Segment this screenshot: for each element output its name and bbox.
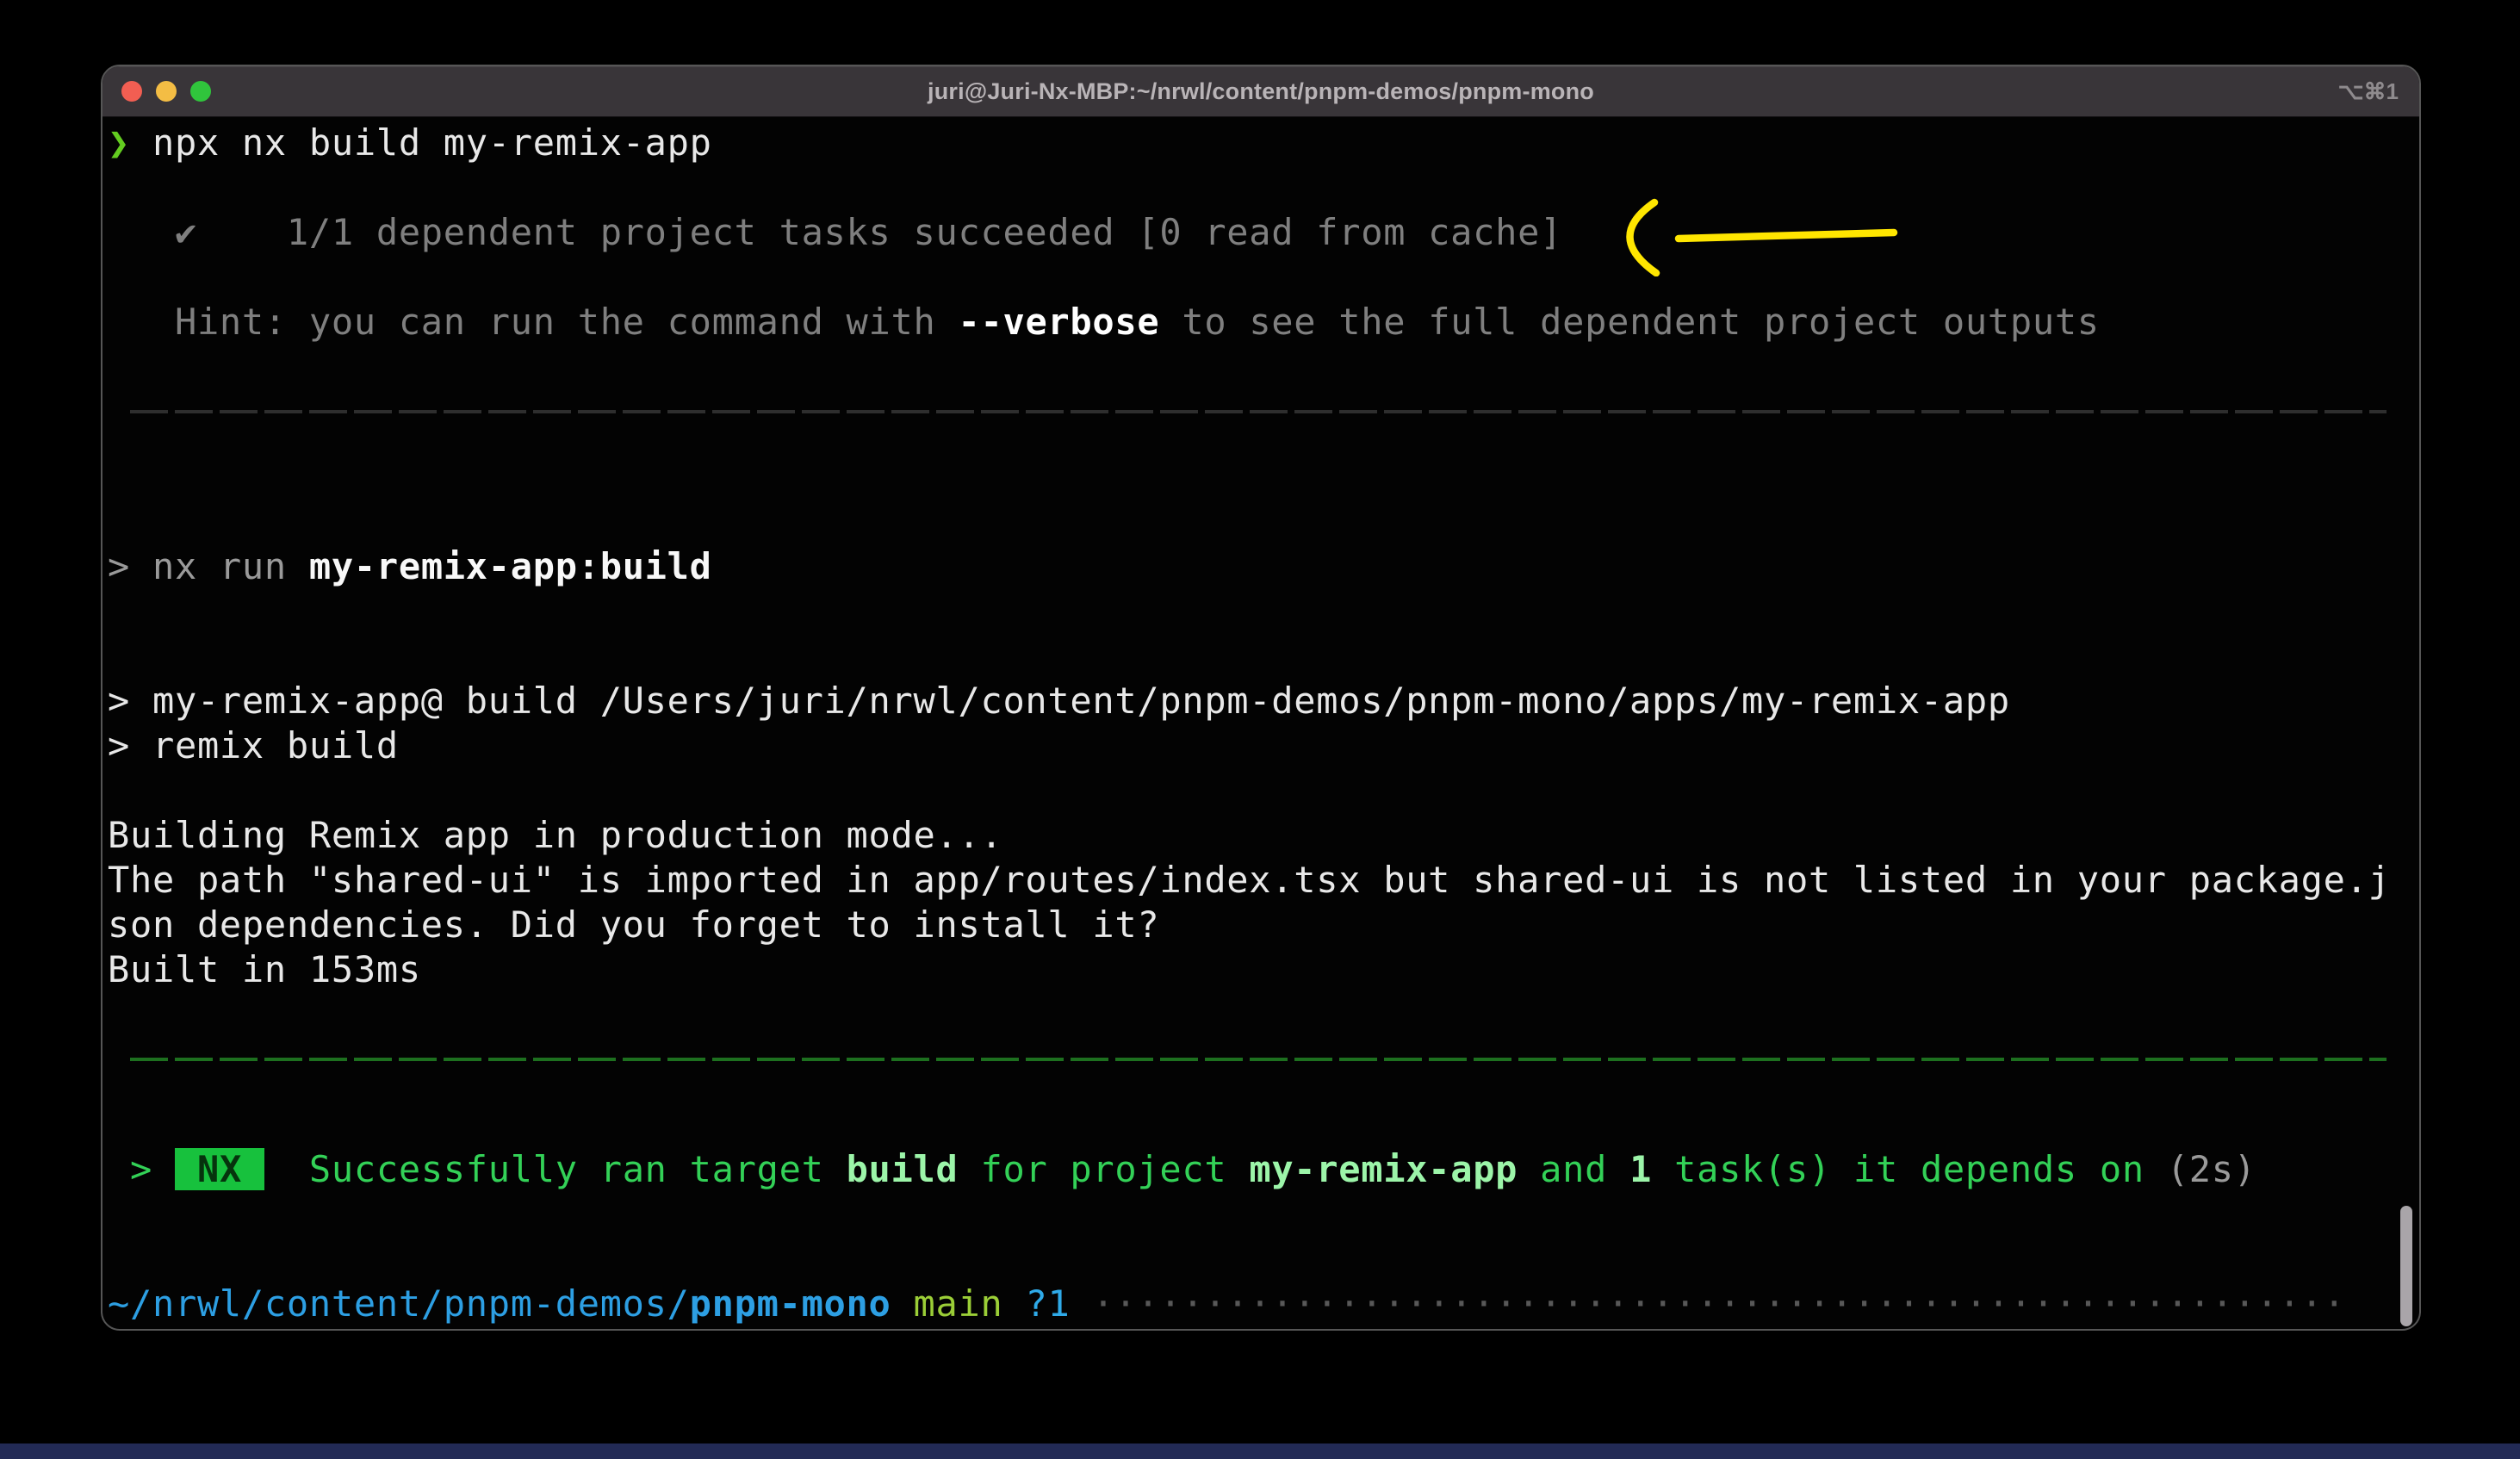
terminal-line [108,634,2412,679]
terminal-text-segment: ❯ [108,1327,152,1331]
window-shortcut-label: ⌥⌘1 [2338,66,2399,116]
terminal-line [108,992,2412,1037]
terminal-line: ~/nrwl/content/pnpm-demos/pnpm-mono main… [108,1282,2412,1326]
terminal-line: > remix build [108,723,2412,768]
terminal-text-segment: main [891,1282,1026,1325]
terminal-line [108,165,2412,210]
terminal-text-segment: ❯ [108,121,130,164]
terminal-line: Hint: you can run the command with --ver… [108,300,2412,345]
terminal-text-segment: pnpm-mono [690,1282,891,1325]
terminal-text-segment: and [1518,1148,1629,1190]
terminal-text-segment: > [108,1148,175,1190]
terminal-line [108,500,2412,544]
terminal-divider-line [108,410,2412,455]
terminal-line: > my-remix-app@ build /Users/juri/nrwl/c… [108,679,2412,723]
terminal-divider-line [108,1058,2412,1102]
terminal-text-segment: > nx run [108,545,309,587]
scrollbar-thumb[interactable] [2400,1206,2412,1326]
terminal-text-segment: Hint: you can run the command with [108,301,958,343]
terminal-line: ❯ [108,1326,2412,1331]
divider-dashes [130,1058,2387,1061]
terminal-text-segment: npx nx build my-remix-app [130,121,712,164]
terminal-line: ✔ 1/1 dependent project tasks succeeded … [108,210,2412,255]
terminal-line: Building Remix app in production mode... [108,813,2412,858]
terminal-line [108,455,2412,500]
terminal-text-segment: Successfully ran target [264,1148,847,1190]
terminal-line [108,589,2412,634]
terminal-text-segment: build [847,1148,959,1190]
terminal-line [108,345,2412,389]
terminal-text-segment: ✔ 1/1 dependent project tasks succeeded … [108,211,1562,253]
terminal-text-segment: Built in 153ms [108,948,421,990]
terminal-text-segment: Building Remix app in production mode... [108,814,1002,856]
traffic-lights [121,66,211,116]
terminal-text-segment: --verbose [958,301,1159,343]
terminal-text-segment: NX [175,1148,264,1190]
terminal-line [108,1102,2412,1147]
terminal-text-segment: 1 [1629,1148,1652,1190]
window-title: juri@Juri-Nx-MBP:~/nrwl/content/pnpm-dem… [928,78,1594,105]
terminal-line [108,255,2412,300]
close-button[interactable] [121,81,142,102]
titlebar[interactable]: juri@Juri-Nx-MBP:~/nrwl/content/pnpm-dem… [102,66,2419,117]
terminal-line: Built in 153ms [108,947,2412,992]
terminal-text-segment: for project [959,1148,1250,1190]
terminal-text-segment: task(s) it depends on [1652,1148,2167,1190]
terminal-text-segment: to see the full dependent project output… [1159,301,2099,343]
zoom-button[interactable] [190,81,211,102]
terminal-text-segment: ~/nrwl/content/pnpm-demos/ [108,1282,690,1325]
terminal-text-segment: ········································… [1070,1282,2345,1325]
terminal-line [108,768,2412,813]
annotation-arrow-icon [1599,197,1901,276]
terminal-text-segment: my-remix-app [1249,1148,1518,1190]
page-bottom-strip [0,1443,2520,1459]
terminal-output[interactable]: ❯ npx nx build my-remix-app ✔ 1/1 depend… [102,117,2419,1331]
terminal-line: > NX Successfully ran target build for p… [108,1147,2412,1192]
terminal-text-segment: The path "shared-ui" is imported in app/… [108,859,2391,901]
terminal-window: juri@Juri-Nx-MBP:~/nrwl/content/pnpm-dem… [101,65,2421,1331]
minimize-button[interactable] [156,81,177,102]
terminal-text-segment: son dependencies. Did you forget to inst… [108,903,1159,946]
terminal-text-segment: > remix build [108,724,399,767]
terminal-line [108,1237,2412,1282]
divider-dashes [130,410,2387,413]
terminal-line: The path "shared-ui" is imported in app/… [108,858,2412,903]
terminal-line: son dependencies. Did you forget to inst… [108,903,2412,947]
terminal-text-segment: ?1 [1025,1282,1070,1325]
terminal-line: ❯ npx nx build my-remix-app [108,121,2412,165]
terminal-text-segment: my-remix-app:build [309,545,712,587]
terminal-line: > nx run my-remix-app:build [108,544,2412,589]
terminal-text-segment: (2s) [2167,1148,2256,1190]
terminal-text-segment: > my-remix-app@ build /Users/juri/nrwl/c… [108,680,2010,722]
terminal-line [108,1192,2412,1237]
